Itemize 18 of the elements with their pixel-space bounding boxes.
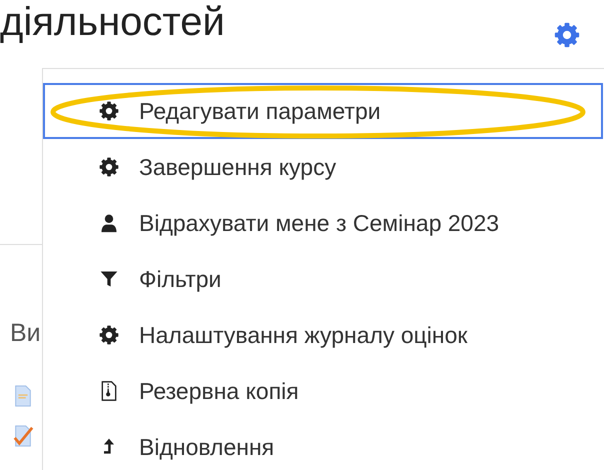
zip-file-icon <box>99 381 119 401</box>
page-heading: діяльностей <box>0 0 225 44</box>
document-icon <box>12 384 34 408</box>
menu-item[interactable]: Редагувати параметри <box>43 83 603 139</box>
menu-item[interactable]: Резервна копія <box>43 363 603 419</box>
gear-icon <box>99 157 119 177</box>
menu-item[interactable]: Відрахувати мене з Семінар 2023 <box>43 195 603 251</box>
gear-icon <box>99 101 119 121</box>
gear-icon <box>99 325 119 345</box>
section-label: Ви <box>10 319 41 348</box>
menu-item[interactable]: Завершення курсу <box>43 139 603 195</box>
menu-item[interactable]: Фільтри <box>43 251 603 307</box>
gear-icon <box>554 22 580 48</box>
menu-item[interactable]: Відновлення <box>43 419 603 470</box>
filter-icon <box>99 269 119 289</box>
menu-item[interactable]: Налаштування журналу оцінок <box>43 307 603 363</box>
checked-document-icon <box>12 424 34 448</box>
user-icon <box>99 213 119 233</box>
